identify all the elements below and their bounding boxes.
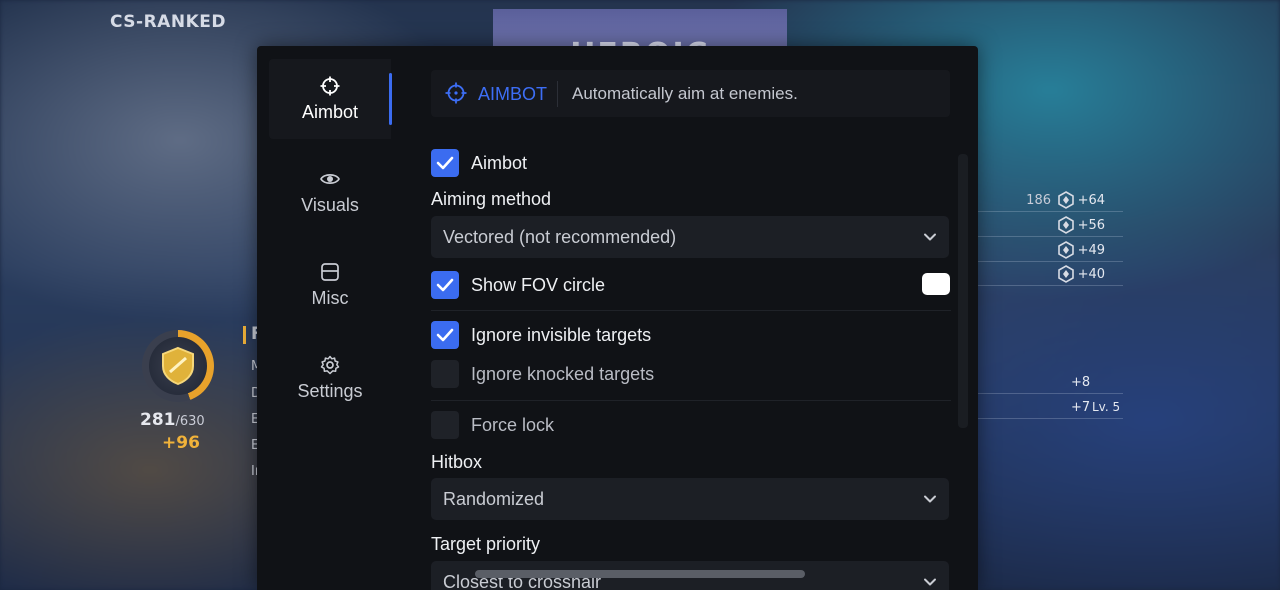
section-header: AIMBOT Automatically aim at enemies.	[431, 70, 950, 117]
points-row: 186 +64	[978, 188, 1123, 212]
section-description: Automatically aim at enemies.	[572, 84, 798, 103]
points-row: +49	[978, 238, 1123, 262]
aimbot-checkbox[interactable]	[431, 149, 459, 177]
checkmark-icon	[436, 278, 454, 292]
points-row: +56	[978, 213, 1123, 237]
force-lock-label: Force lock	[471, 415, 555, 435]
hitbox-select[interactable]: Randomized	[431, 478, 949, 520]
hitbox-value: Randomized	[443, 489, 545, 509]
points-gain: +56	[1077, 218, 1105, 233]
chevron-down-icon	[924, 495, 936, 503]
game-mode-label: CS-RANKED	[110, 12, 226, 32]
ignore-invisible-checkbox-row[interactable]: Ignore invisible targets	[431, 321, 951, 349]
divider	[431, 310, 951, 311]
horizontal-scrollbar[interactable]	[475, 570, 805, 578]
chevron-down-icon	[924, 233, 936, 241]
ignore-knocked-checkbox[interactable]	[431, 360, 459, 388]
points-row: +40	[978, 262, 1123, 286]
points-gain: +8	[1071, 375, 1091, 390]
menu-sidebar: Aimbot Visuals Misc Settings	[257, 46, 407, 590]
box-icon	[321, 262, 339, 281]
force-lock-checkbox-row[interactable]: Force lock	[431, 411, 951, 439]
points-gain: +7	[1071, 400, 1091, 415]
divider	[431, 400, 951, 401]
section-title: AIMBOT	[478, 84, 548, 104]
aimbot-checkbox-row[interactable]: Aimbot	[431, 149, 951, 177]
aiming-method-label: Aiming method	[431, 189, 552, 209]
nav-item-visuals[interactable]: Visuals	[269, 152, 391, 232]
ignore-invisible-checkbox[interactable]	[431, 321, 459, 349]
nav-label: Misc	[311, 287, 349, 308]
hitbox-label: Hitbox	[431, 452, 483, 472]
fov-color-swatch[interactable]	[922, 273, 950, 295]
level-label: Lv. 5	[1092, 400, 1121, 414]
nav-label: Aimbot	[301, 101, 359, 122]
points-gain: +64	[1077, 193, 1105, 208]
rank-points: 281/630	[140, 410, 240, 430]
show-fov-checkbox-row[interactable]: Show FOV circle	[431, 271, 951, 299]
rank-banner: HEROIC	[493, 9, 787, 49]
checkmark-icon	[436, 328, 454, 342]
aimbot-label: Aimbot	[471, 153, 528, 173]
checkmark-icon	[436, 156, 454, 170]
nav-label: Visuals	[301, 194, 359, 215]
show-fov-checkbox[interactable]	[431, 271, 459, 299]
points-gain: +40	[1077, 267, 1105, 282]
gear-icon	[320, 355, 340, 374]
aimbot-settings-content: AIMBOT Automatically aim at enemies. Aim…	[431, 46, 971, 590]
points-base: 186	[1026, 193, 1051, 208]
nav-active-indicator	[389, 73, 392, 125]
rank-emblem-icon	[1058, 216, 1074, 234]
eye-icon	[320, 173, 340, 184]
header-divider	[557, 81, 558, 107]
ignore-knocked-checkbox-row[interactable]: Ignore knocked targets	[431, 360, 951, 388]
chevron-down-icon	[924, 578, 936, 586]
crosshair-icon	[445, 82, 467, 104]
ignore-invisible-label: Ignore invisible targets	[471, 325, 652, 345]
target-priority-label: Target priority	[431, 534, 541, 554]
rank-points-max: /630	[175, 414, 205, 429]
aiming-method-value: Vectored (not recommended)	[443, 227, 677, 247]
cheat-menu-panel: Aimbot Visuals Misc Settings AIMBOT Auto…	[257, 46, 978, 590]
rank-emblem-icon	[1058, 191, 1074, 209]
ignore-knocked-label: Ignore knocked targets	[471, 364, 655, 384]
nav-label: Settings	[297, 380, 363, 401]
points-gain: +49	[1077, 243, 1105, 258]
rank-emblem-icon	[1058, 265, 1074, 283]
nav-item-aimbot[interactable]: Aimbot	[269, 59, 392, 139]
rank-emblem-icon	[1058, 241, 1074, 259]
shield-icon	[162, 346, 194, 386]
points-row-lower: +8	[978, 370, 1123, 394]
vertical-scrollbar[interactable]	[958, 154, 968, 428]
aiming-method-select[interactable]: Vectored (not recommended)	[431, 216, 949, 258]
show-fov-label: Show FOV circle	[471, 275, 606, 295]
nav-item-misc[interactable]: Misc	[269, 245, 391, 325]
points-row-lower: +7 Lv. 5	[978, 395, 1123, 419]
force-lock-checkbox[interactable]	[431, 411, 459, 439]
rank-points-value: 281	[140, 410, 176, 430]
crosshair-icon	[320, 76, 340, 95]
rank-gain: +96	[162, 433, 200, 453]
nav-item-settings[interactable]: Settings	[269, 338, 391, 418]
